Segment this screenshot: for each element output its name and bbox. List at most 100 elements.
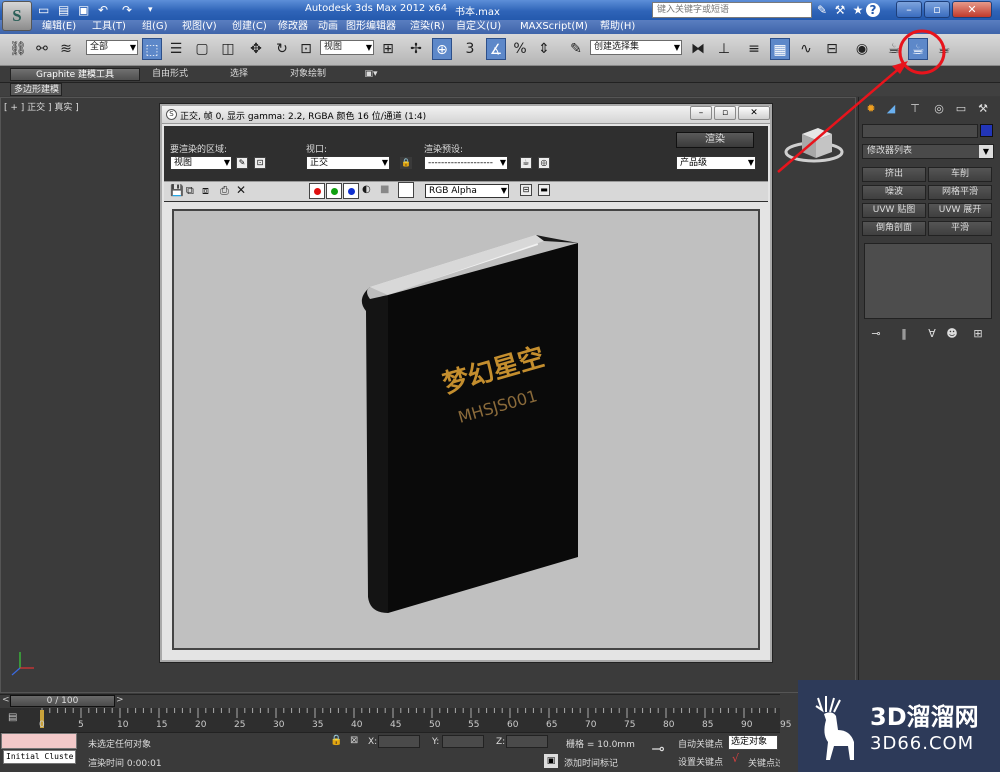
percent-snap-icon[interactable]: % (510, 38, 530, 60)
named-selection-dropdown[interactable]: 创建选择集 ▼ (590, 40, 682, 55)
edit-named-selection-icon[interactable]: ✎ (566, 38, 586, 60)
swatch-color[interactable] (398, 182, 414, 198)
undo-icon[interactable]: ↶ (98, 3, 108, 17)
tools-icon[interactable]: ✎ (814, 2, 830, 18)
add-time-tag[interactable]: 添加时间标记 (564, 756, 618, 769)
menu-modifiers[interactable]: 修改器 (278, 21, 308, 33)
modifier-lathe-button[interactable]: 车削 (928, 167, 992, 182)
motion-tab-icon[interactable]: ◎ (930, 101, 948, 117)
save-file-icon[interactable]: ▣ (78, 3, 89, 17)
render-quality-dropdown[interactable]: 产品级 ▼ (676, 156, 756, 170)
tab-graphite-modeling[interactable]: Graphite 建模工具 (10, 68, 140, 81)
create-tab-icon[interactable]: ✹ (862, 101, 880, 117)
minimize-button[interactable]: – (896, 1, 922, 18)
reference-coordinate-dropdown[interactable]: 视图 ▼ (320, 40, 374, 55)
material-editor-icon[interactable]: ◉ (852, 38, 872, 60)
pin-stack-icon[interactable]: ⊸ (868, 326, 884, 342)
lock-viewport-icon[interactable]: 🔒 (400, 157, 412, 169)
menu-group[interactable]: 组(G) (142, 21, 168, 33)
menu-tools[interactable]: 工具(T) (92, 21, 126, 33)
angle-snap-icon[interactable]: ∡ (486, 38, 506, 60)
object-name-field[interactable] (862, 124, 978, 138)
pivot-center-icon[interactable]: ⊞ (378, 38, 398, 60)
tab-selection[interactable]: 选择 (224, 68, 254, 81)
print-image-icon[interactable]: ⎙ (220, 184, 229, 198)
modifier-meshsmooth-button[interactable]: 网格平滑 (928, 185, 992, 200)
hierarchy-tab-icon[interactable]: ⊤ (906, 101, 924, 117)
new-file-icon[interactable]: ▭ (38, 3, 49, 17)
spinner-snap-icon[interactable]: ⇕ (534, 38, 554, 60)
key-filter-icon[interactable]: √ (732, 752, 739, 765)
tab-polygon-modeling[interactable]: 多边形建模 (10, 83, 62, 96)
redo-icon[interactable]: ↷ (122, 3, 132, 17)
viewport-label[interactable]: [ + ] 正交 ] 真实 ] (4, 100, 79, 113)
select-and-link-icon[interactable]: ⛓ (8, 38, 28, 60)
object-color-swatch[interactable] (980, 124, 993, 137)
ribbon-options-icon[interactable]: ▣▾ (360, 68, 382, 81)
graphite-toggle-icon[interactable]: ▦ (770, 38, 790, 60)
key-filters-label[interactable]: 关键点过滤 (748, 756, 780, 769)
clone-window-icon[interactable]: ⧈ (202, 184, 209, 198)
menu-create[interactable]: 创建(C) (232, 21, 267, 33)
display-channel-dropdown[interactable]: RGB Alpha ▼ (425, 184, 509, 198)
menu-customize[interactable]: 自定义(U) (456, 21, 501, 33)
maxscript-listener-text[interactable]: Initial Cluste (3, 750, 76, 764)
binoculars-icon[interactable]: ⌕ (794, 2, 810, 18)
subscription-icon[interactable]: ⚒ (832, 2, 848, 18)
menu-animation[interactable]: 动画 (318, 21, 338, 33)
render-preset-dropdown[interactable]: -------------------- ▼ (424, 156, 508, 170)
auto-key-label[interactable]: 自动关键点 (678, 737, 723, 750)
menu-edit[interactable]: 编辑(E) (42, 21, 76, 33)
area-to-render-dropdown[interactable]: 视图 ▼ (170, 156, 232, 170)
layer-manager-icon[interactable]: ≡ (744, 38, 764, 60)
selection-filter-dropdown[interactable]: 全部 ▼ (86, 40, 138, 55)
clear-image-icon[interactable]: ✕ (236, 183, 246, 197)
configure-modifier-sets-icon[interactable]: ⊞ (970, 326, 986, 342)
rectangle-selection-icon[interactable]: ▢ (192, 38, 212, 60)
set-key-icon[interactable]: ⊸ (645, 738, 671, 760)
selection-lock-icon[interactable]: 🔒 (330, 735, 342, 746)
menu-maxscript[interactable]: MAXScript(M) (520, 21, 588, 33)
close-button[interactable]: ✕ (952, 1, 992, 18)
auto-region-icon[interactable]: ⊡ (254, 157, 266, 169)
z-coordinate-field[interactable] (506, 735, 548, 748)
keyboard-shortcut-override-icon[interactable]: ⊕ (432, 38, 452, 60)
curve-editor-icon[interactable]: ∿ (796, 38, 816, 60)
render-window-close[interactable]: ✕ (738, 106, 770, 120)
toggle-ui-icon[interactable]: ▬ (538, 184, 550, 196)
bind-space-warp-icon[interactable]: ≋ (56, 38, 76, 60)
modify-tab-icon[interactable]: ◢ (882, 101, 900, 117)
select-rotate-icon[interactable]: ↻ (272, 38, 292, 60)
menu-graph-editors[interactable]: 图形编辑器 (346, 21, 396, 33)
customize-quick-access-icon[interactable]: ▾ (148, 3, 153, 17)
rendered-frame-window-icon[interactable]: ☕ (908, 38, 928, 60)
remove-modifier-icon[interactable]: ☻ (944, 326, 960, 342)
modifier-stack[interactable] (864, 243, 992, 319)
toggle-ui-overlay-icon[interactable]: ⊟ (520, 184, 532, 196)
menu-help[interactable]: 帮助(H) (600, 21, 635, 33)
viewport-dropdown[interactable]: 正交 ▼ (306, 156, 390, 170)
key-selection-dropdown[interactable]: 选定对象 (728, 735, 778, 750)
unlink-icon[interactable]: ⚯ (32, 38, 52, 60)
green-channel-toggle[interactable] (326, 183, 342, 199)
slider-prev-icon[interactable]: < (2, 695, 10, 705)
tab-freeform[interactable]: 自由形式 (150, 68, 190, 81)
tab-object-paint[interactable]: 对象绘制 (286, 68, 330, 81)
modifier-list-dropdown[interactable]: 修改器列表 ▼ (862, 144, 994, 159)
maximize-button[interactable]: ▫ (924, 1, 950, 18)
window-crossing-icon[interactable]: ◫ (218, 38, 238, 60)
x-coordinate-field[interactable] (378, 735, 420, 748)
time-tag-icon[interactable]: ▣ (544, 754, 558, 768)
select-scale-icon[interactable]: ⊡ (296, 38, 316, 60)
favorites-star-icon[interactable]: ★ (850, 2, 866, 18)
make-unique-icon[interactable]: ∀ (924, 326, 940, 342)
mini-curve-editor-icon[interactable]: ▤ (8, 712, 17, 723)
save-image-icon[interactable]: 💾 (170, 184, 184, 197)
set-key-label[interactable]: 设置关键点 (678, 755, 723, 768)
schematic-view-icon[interactable]: ⊟ (822, 38, 842, 60)
render-production-icon[interactable]: ☕ (934, 38, 954, 60)
render-window-minimize[interactable]: – (690, 106, 712, 120)
red-channel-toggle[interactable] (309, 183, 325, 199)
snaps-toggle-icon[interactable]: 3 (460, 38, 480, 60)
modifier-noise-button[interactable]: 噪波 (862, 185, 926, 200)
